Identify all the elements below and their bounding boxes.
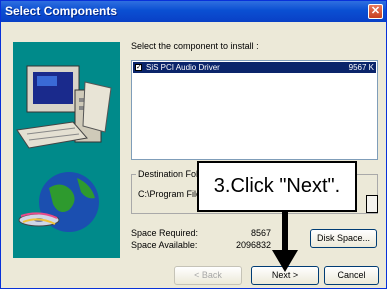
down-arrow-icon [272, 212, 298, 272]
select-components-dialog: Select Components ✕ Select the component… [0, 0, 387, 289]
disk-space-button[interactable]: Disk Space... [310, 229, 377, 248]
destination-folder-label: Destination Fold [136, 169, 206, 179]
space-required-label: Space Required: [131, 228, 199, 238]
title-bar: Select Components ✕ [1, 1, 386, 22]
browse-button[interactable] [366, 195, 378, 213]
component-checkbox[interactable]: ✓ [135, 64, 142, 71]
back-button[interactable]: < Back [174, 266, 242, 285]
list-item[interactable]: ✓ SiS PCI Audio Driver 9567 K [133, 62, 376, 73]
destination-path: C:\Program File [138, 189, 202, 199]
component-list[interactable]: ✓ SiS PCI Audio Driver 9567 K [131, 60, 378, 160]
instruction-callout: 3.Click "Next". [197, 161, 357, 212]
window-title: Select Components [5, 4, 118, 18]
cancel-button[interactable]: Cancel [324, 266, 379, 285]
instruction-text: Select the component to install : [131, 41, 259, 51]
component-name: SiS PCI Audio Driver [146, 63, 220, 72]
space-available-value: 2096832 [235, 240, 271, 250]
close-button[interactable]: ✕ [368, 4, 383, 19]
setup-illustration [13, 42, 120, 258]
computer-globe-icon [16, 65, 112, 232]
space-required-value: 8567 [250, 228, 271, 238]
space-available-label: Space Available: [131, 240, 198, 250]
component-size: 9567 K [348, 63, 374, 72]
close-icon: ✕ [370, 5, 381, 17]
